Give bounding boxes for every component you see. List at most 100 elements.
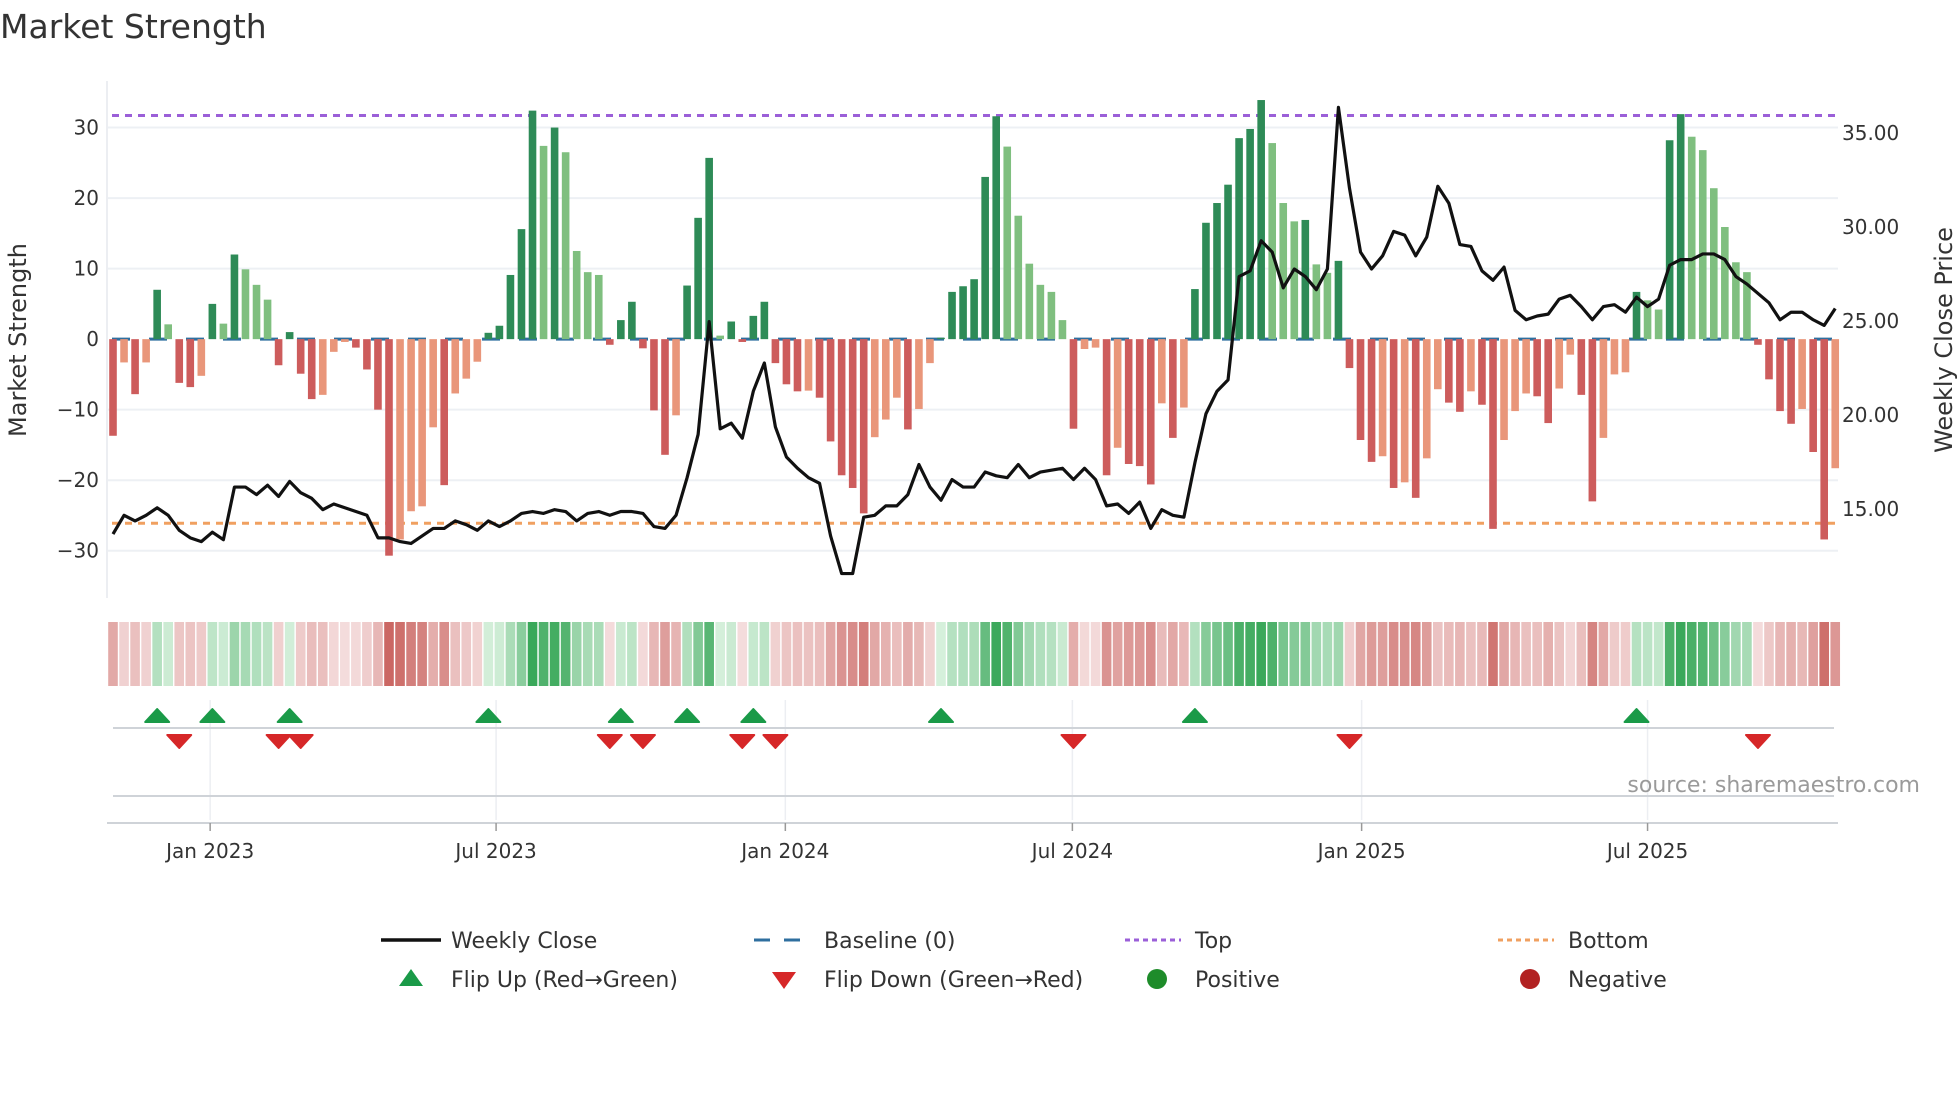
strength-bar — [307, 339, 316, 400]
heat-cell — [958, 622, 968, 686]
strength-bar — [451, 339, 460, 394]
heat-cell — [384, 622, 394, 686]
strength-bar — [1290, 221, 1299, 340]
strength-bar — [1665, 140, 1674, 340]
heat-cell — [737, 622, 748, 686]
heat-cell — [947, 622, 957, 686]
heat-cell — [925, 622, 935, 686]
heat-cell — [1145, 622, 1156, 686]
strength-bar — [396, 339, 404, 540]
heat-cell — [1455, 622, 1465, 686]
strength-bar — [992, 116, 1000, 340]
strength-bar — [1069, 339, 1078, 429]
heat-cell — [682, 622, 692, 686]
strength-bar — [131, 339, 139, 395]
heat-cell — [715, 622, 725, 686]
heat-cell — [1576, 622, 1587, 686]
strength-bar — [1676, 114, 1685, 340]
heat-cell — [362, 622, 372, 686]
heat-cell — [1223, 622, 1233, 686]
heat-cell — [914, 622, 924, 686]
y-tick-label: 0 — [86, 327, 99, 351]
legend-label: Weekly Close — [451, 929, 597, 954]
heat-cell — [980, 622, 990, 686]
heat-cell — [240, 622, 251, 686]
strength-bar — [1809, 339, 1817, 452]
strength-bar — [1456, 339, 1464, 412]
heat-cell — [704, 622, 714, 686]
strength-bar — [606, 339, 614, 345]
heat-cell — [472, 622, 483, 686]
flip-up-marker — [928, 708, 954, 723]
strength-bar — [583, 272, 592, 340]
heat-cell — [527, 622, 538, 686]
heat-cell — [1256, 622, 1266, 686]
flip-up-marker — [276, 708, 303, 723]
heat-cell — [119, 622, 129, 686]
flip-down-marker — [596, 734, 623, 749]
strength-bar — [981, 176, 989, 340]
heat-cell — [1709, 622, 1719, 686]
heat-cell — [1090, 622, 1101, 686]
strength-bar — [352, 339, 360, 348]
strength-bar — [517, 229, 526, 340]
heat-cell — [869, 622, 880, 686]
flip-up-marker — [144, 708, 171, 723]
heat-cell — [1786, 622, 1796, 686]
heat-cell — [593, 622, 604, 686]
x-axis: Jan 2023 Jul 2023 Jan 2024 Jul 2024 Jan 2025… — [107, 822, 1838, 863]
strength-bar — [628, 301, 636, 340]
y-tick-label: −20 — [57, 468, 99, 492]
legend-label: Baseline (0) — [824, 929, 955, 954]
heat-cell — [1201, 622, 1211, 686]
strength-bar — [1091, 339, 1100, 348]
strength-bar — [1025, 263, 1034, 340]
strength-bar — [1599, 339, 1608, 438]
legend-label: Flip Up (Red→Green) — [451, 968, 678, 993]
heat-cell — [1190, 622, 1200, 686]
strength-bar — [815, 339, 824, 398]
strength-bar — [837, 339, 846, 476]
strength-bar — [1522, 339, 1530, 394]
legend-circle-icon — [1147, 969, 1167, 989]
y-tick-label: −10 — [57, 398, 99, 422]
strength-bar — [1169, 339, 1177, 438]
heat-cell — [538, 622, 549, 686]
y2-tick-label: 35.00 — [1842, 121, 1899, 145]
strength-bar — [760, 301, 769, 340]
strength-bar — [826, 339, 835, 442]
strength-bar — [1500, 339, 1508, 441]
heat-cell — [1554, 622, 1565, 686]
heat-cell — [1499, 622, 1509, 686]
strength-bar — [1345, 339, 1354, 369]
strength-bar — [1511, 339, 1519, 412]
heat-cell — [1620, 622, 1631, 686]
strength-bar — [1124, 339, 1133, 464]
heat-cell — [1024, 622, 1035, 686]
strength-bar — [1467, 339, 1475, 392]
x-tick-label: Jan 2023 — [164, 839, 254, 863]
heat-cell — [152, 622, 162, 686]
strength-bar — [473, 339, 482, 362]
heat-cell — [406, 622, 416, 686]
heat-cell — [814, 622, 825, 686]
heat-cell — [1720, 622, 1730, 686]
heat-cell — [1245, 622, 1255, 686]
heat-cell — [1521, 622, 1531, 686]
strength-bar — [462, 339, 471, 379]
heat-cell — [1377, 622, 1388, 686]
strength-bar — [1776, 339, 1784, 412]
strength-bar — [1356, 339, 1365, 441]
heat-cell — [483, 622, 494, 686]
strength-bar — [1422, 339, 1431, 459]
heat-cell — [1598, 622, 1609, 686]
strength-bar — [263, 299, 272, 340]
heat-cell — [1333, 622, 1344, 686]
strength-bar — [429, 339, 437, 428]
strength-bar — [1047, 291, 1056, 340]
heat-cell — [1289, 622, 1300, 686]
heat-cell — [1433, 622, 1443, 686]
heat-cell — [207, 622, 218, 686]
heat-strip — [108, 622, 1841, 686]
strength-bar — [572, 250, 581, 340]
